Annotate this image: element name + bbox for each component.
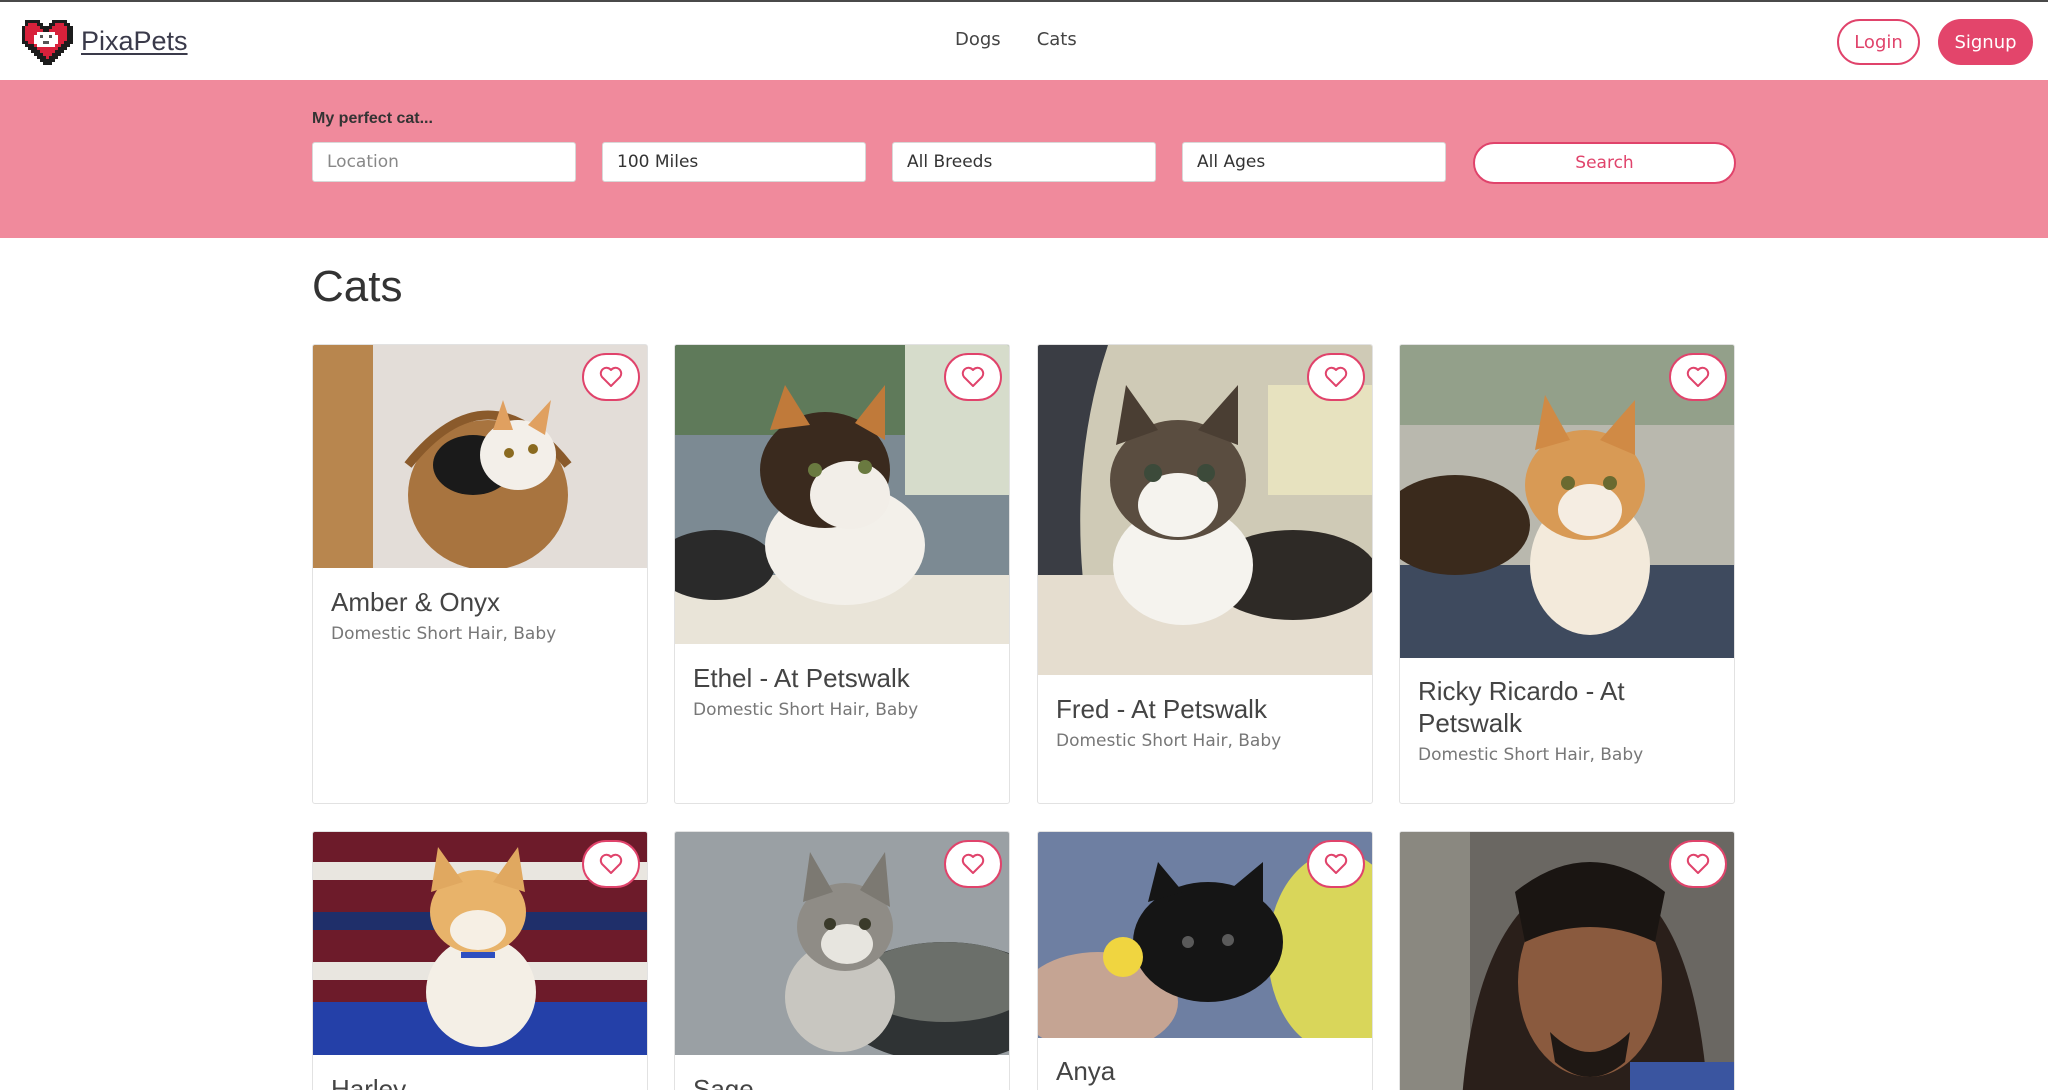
pet-name[interactable]: Sage	[693, 1073, 995, 1090]
distance-select[interactable]: 100 Miles	[602, 142, 866, 182]
brand-name[interactable]: PixaPets	[81, 26, 188, 57]
pet-name[interactable]: Ethel - At Petswalk	[693, 662, 995, 694]
heart-outline-icon	[1324, 853, 1348, 874]
pet-card[interactable]: Ethel - At Petswalk Domestic Short Hair,…	[674, 344, 1010, 804]
site-header: PixaPets Dogs Cats Login Signup	[0, 2, 2048, 80]
favorite-button[interactable]	[1307, 353, 1365, 401]
favorite-button[interactable]	[944, 840, 1002, 888]
login-button[interactable]: Login	[1837, 19, 1920, 65]
pet-name[interactable]: Fred - At Petswalk	[1056, 693, 1358, 725]
pet-card[interactable]: Harley	[312, 831, 648, 1090]
pet-photo	[1400, 832, 1734, 1090]
pet-photo	[313, 832, 647, 1055]
favorite-button[interactable]	[944, 353, 1002, 401]
heart-outline-icon	[599, 366, 623, 387]
pet-name[interactable]: Anya	[1056, 1055, 1358, 1087]
search-panel-title: My perfect cat...	[312, 110, 433, 127]
heart-outline-icon	[1324, 366, 1348, 387]
pet-name[interactable]: Amber & Onyx	[331, 586, 633, 618]
age-select[interactable]: All Ages	[1182, 142, 1446, 182]
nav-cats[interactable]: Cats	[1037, 29, 1077, 50]
brand-logo-link[interactable]: PixaPets	[19, 17, 188, 65]
location-input[interactable]: Location	[312, 142, 576, 182]
signup-button[interactable]: Signup	[1938, 19, 2033, 65]
pet-details: Domestic Short Hair, Baby	[331, 624, 557, 644]
favorite-button[interactable]	[582, 840, 640, 888]
pet-photo	[675, 345, 1009, 644]
pet-photo	[675, 832, 1009, 1055]
favorite-button[interactable]	[582, 353, 640, 401]
favorite-button[interactable]	[1669, 353, 1727, 401]
pet-card[interactable]: Fred - At Petswalk Domestic Short Hair, …	[1037, 344, 1373, 804]
pixel-heart-logo-icon	[19, 17, 73, 65]
main-nav: Dogs Cats	[955, 29, 1077, 50]
pet-photo	[1038, 832, 1372, 1038]
pet-photo	[1400, 345, 1734, 658]
favorite-button[interactable]	[1669, 840, 1727, 888]
pet-details: Domestic Short Hair, Baby	[1418, 745, 1644, 765]
pet-card[interactable]: Sage	[674, 831, 1010, 1090]
heart-outline-icon	[599, 853, 623, 874]
heart-outline-icon	[961, 366, 985, 387]
nav-dogs[interactable]: Dogs	[955, 29, 1001, 50]
pet-card[interactable]: Anya	[1037, 831, 1373, 1090]
pet-photo	[1038, 345, 1372, 675]
heart-outline-icon	[1686, 853, 1710, 874]
pet-card[interactable]	[1399, 831, 1735, 1090]
pet-details: Domestic Short Hair, Baby	[693, 700, 919, 720]
pet-card[interactable]: Ricky Ricardo - At Petswalk Domestic Sho…	[1399, 344, 1735, 804]
pet-name[interactable]: Harley	[331, 1073, 633, 1090]
pet-details: Domestic Short Hair, Baby	[1056, 731, 1282, 751]
page-title: Cats	[312, 262, 403, 311]
heart-outline-icon	[961, 853, 985, 874]
heart-outline-icon	[1686, 366, 1710, 387]
search-button[interactable]: Search	[1473, 142, 1736, 184]
favorite-button[interactable]	[1307, 840, 1365, 888]
pet-photo	[313, 345, 647, 568]
pet-name[interactable]: Ricky Ricardo - At Petswalk	[1418, 675, 1720, 739]
pet-card[interactable]: Amber & Onyx Domestic Short Hair, Baby	[312, 344, 648, 804]
search-panel: My perfect cat... Location 100 Miles All…	[0, 80, 2048, 238]
breed-select[interactable]: All Breeds	[892, 142, 1156, 182]
